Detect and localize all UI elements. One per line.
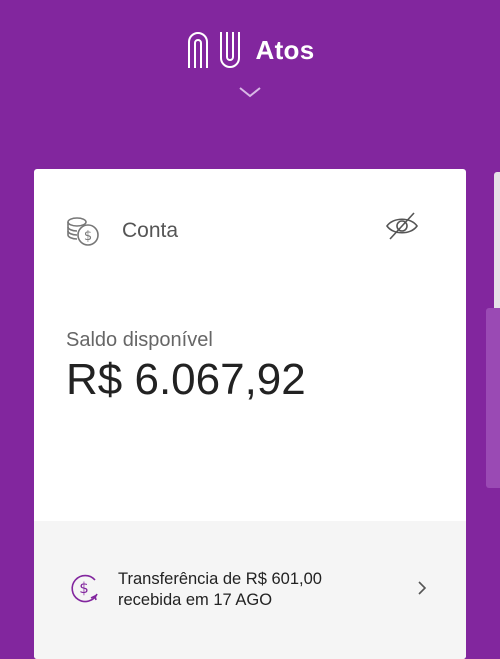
app-header: Atos (0, 0, 500, 160)
notification-line-1: Transferência de R$ 601,00 (118, 570, 322, 588)
card-title: Conta (122, 219, 179, 242)
next-card-peek[interactable] (494, 172, 500, 312)
balance-label: Saldo disponível (66, 329, 213, 351)
balance-value: R$ 6.067,92 (66, 355, 306, 404)
brand[interactable]: Atos (0, 30, 500, 70)
notification-line-2: recebida em 17 AGO (118, 591, 273, 609)
nu-logo-icon (186, 30, 244, 70)
card-header: $ Conta (66, 209, 434, 253)
next-card-shadow (486, 308, 500, 488)
account-card[interactable]: $ Conta Saldo disponível R$ 6.067,92 $ T… (34, 169, 466, 659)
coins-icon: $ (67, 217, 99, 246)
svg-text:$: $ (84, 229, 92, 244)
notification-text: Transferência de R$ 601,00 recebida em 1… (118, 569, 322, 611)
svg-text:$: $ (79, 579, 89, 597)
eye-off-icon[interactable] (384, 209, 420, 241)
chevron-right-icon[interactable] (416, 579, 428, 597)
chevron-down-icon[interactable] (238, 84, 262, 100)
money-received-icon: $ (71, 574, 98, 603)
last-transaction-notification[interactable]: $ Transferência de R$ 601,00 recebida em… (34, 521, 466, 659)
user-name: Atos (255, 34, 315, 65)
